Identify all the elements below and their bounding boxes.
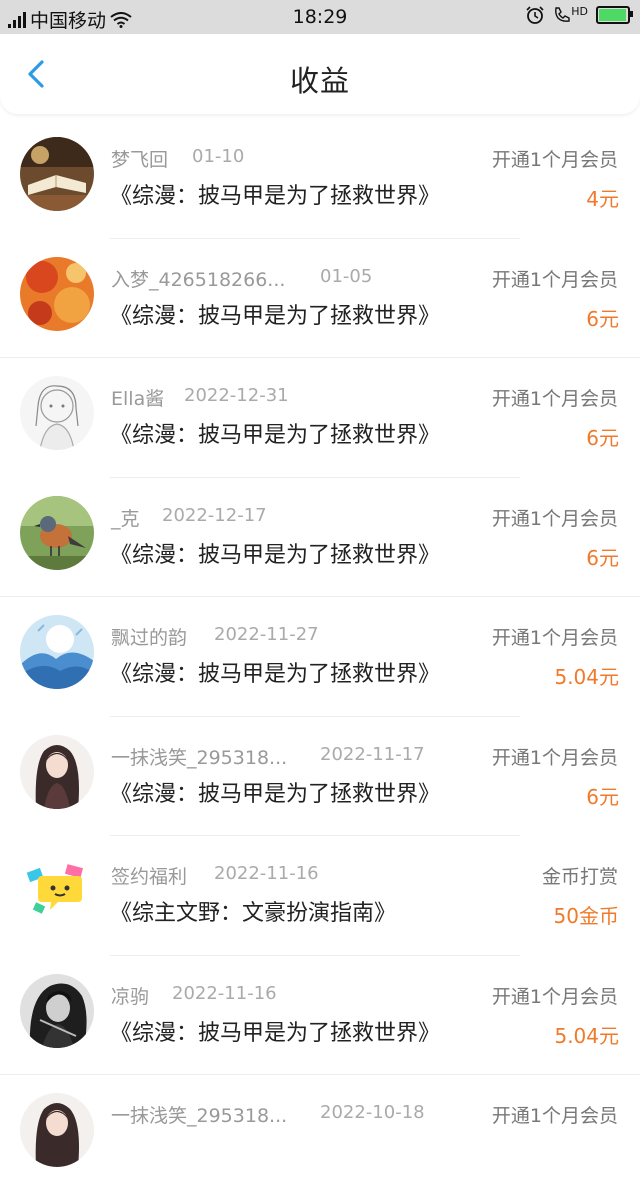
user-name: 梦飞回 (111, 149, 169, 171)
nav-bar: 收益 (0, 34, 640, 114)
page-title: 收益 (289, 64, 350, 98)
list-item[interactable]: _克 2022-12-17 《综漫：披马甲是为了拯救世界》 开通1个月会员 6元 (0, 478, 640, 597)
status-right: HD (525, 5, 633, 25)
anime-girl-avatar[interactable] (20, 734, 94, 809)
list-item[interactable]: 梦飞回 01-10 《综漫：披马甲是为了拯救世界》 开通1个月会员 4元 (0, 119, 640, 239)
date-label: 2022-12-17 (162, 504, 267, 526)
book-title: 《综主文野：文豪扮演指南》 (110, 901, 397, 926)
income-type: 开通1个月会员 (491, 746, 618, 769)
user-name: 签约福利 (111, 866, 188, 888)
user-name: 一抹浅笑_295318... (111, 746, 288, 769)
battery-icon (596, 6, 633, 24)
list-item[interactable]: 一抹浅笑_295318... 2022-11-17 《综漫：披马甲是为了拯救世界… (0, 717, 640, 836)
sketch-girl-avatar[interactable] (20, 376, 94, 450)
income-amount: 6元 (586, 545, 619, 570)
book-title: 《综漫：披马甲是为了拯救世界》 (110, 781, 441, 807)
user-name: 凉驹 (111, 985, 150, 1008)
income-type: 开通1个月会员 (491, 388, 618, 410)
date-label: 2022-11-16 (172, 982, 277, 1004)
date-label: 2022-12-31 (184, 385, 289, 406)
book-title: 《综漫：披马甲是为了拯救世界》 (110, 542, 441, 568)
user-name: 飘过的韵 (111, 627, 188, 649)
book-title: 《综漫：披马甲是为了拯救世界》 (110, 184, 441, 209)
book-title: 《综漫：披马甲是为了拯救世界》 (110, 423, 441, 448)
income-amount: 5.04元 (554, 1023, 619, 1048)
anime-girl-avatar[interactable] (20, 1093, 94, 1167)
book-photo-avatar[interactable] (20, 137, 94, 211)
income-amount: 4元 (586, 187, 619, 211)
book-title: 《综漫：披马甲是为了拯救世界》 (110, 303, 441, 329)
book-title: 《综漫：披马甲是为了拯救世界》 (110, 662, 441, 687)
user-name: 一抹浅笑_295318... (111, 1105, 288, 1127)
income-type: 开通1个月会员 (491, 149, 618, 171)
income-type: 开通1个月会员 (491, 627, 618, 649)
income-amount: 50金币 (553, 904, 619, 928)
list-item[interactable]: 入梦_426518266... 01-05 《综漫：披马甲是为了拯救世界》 开通… (0, 239, 640, 358)
income-amount: 6元 (586, 784, 619, 809)
chat-bubble-avatar[interactable] (20, 854, 94, 928)
book-title: 《综漫：披马甲是为了拯救世界》 (110, 1020, 441, 1046)
income-type: 开通1个月会员 (491, 985, 618, 1008)
list-item[interactable]: 凉驹 2022-11-16 《综漫：披马甲是为了拯救世界》 开通1个月会员 5.… (0, 956, 640, 1075)
bird-avatar[interactable] (20, 495, 94, 570)
list-item[interactable]: 签约福利 2022-11-16 《综主文野：文豪扮演指南》 金币打赏 50金币 (0, 836, 640, 956)
alarm-icon (526, 6, 544, 24)
user-name: 入梦_426518266... (111, 268, 286, 291)
user-name: _克 (111, 507, 140, 530)
hd-call-icon: HD (553, 5, 588, 24)
autumn-leaves-avatar[interactable] (20, 256, 94, 331)
income-amount: 5.04元 (554, 665, 619, 689)
date-label: 2022-10-18 (320, 1102, 425, 1123)
list-item[interactable]: 飘过的韵 2022-11-27 《综漫：披马甲是为了拯救世界》 开通1个月会员 … (0, 597, 640, 717)
date-label: 2022-11-16 (214, 863, 319, 884)
income-amount: 6元 (586, 306, 619, 331)
income-type: 开通1个月会员 (491, 507, 618, 530)
date-label: 2022-11-27 (214, 624, 319, 645)
date-label: 01-10 (192, 146, 245, 167)
income-type: 开通1个月会员 (491, 268, 618, 291)
income-amount: 6元 (586, 426, 619, 450)
date-label: 01-05 (320, 265, 373, 287)
income-type: 金币打赏 (541, 866, 618, 888)
dark-anime-avatar[interactable] (20, 973, 94, 1048)
user-name: Ella酱 (111, 388, 165, 410)
blue-watercolor-avatar[interactable] (20, 615, 94, 689)
list-item[interactable]: 一抹浅笑_295318... 2022-10-18 开通1个月会员 (0, 1075, 640, 1195)
status-bar: 中国移动 18:29 HD (0, 0, 640, 34)
list-item[interactable]: Ella酱 2022-12-31 《综漫：披马甲是为了拯救世界》 开通1个月会员… (0, 358, 640, 478)
income-list: 梦飞回 01-10 《综漫：披马甲是为了拯救世界》 开通1个月会员 4元 入梦_… (0, 119, 640, 1195)
income-type: 开通1个月会员 (491, 1105, 618, 1127)
date-label: 2022-11-17 (320, 743, 425, 765)
